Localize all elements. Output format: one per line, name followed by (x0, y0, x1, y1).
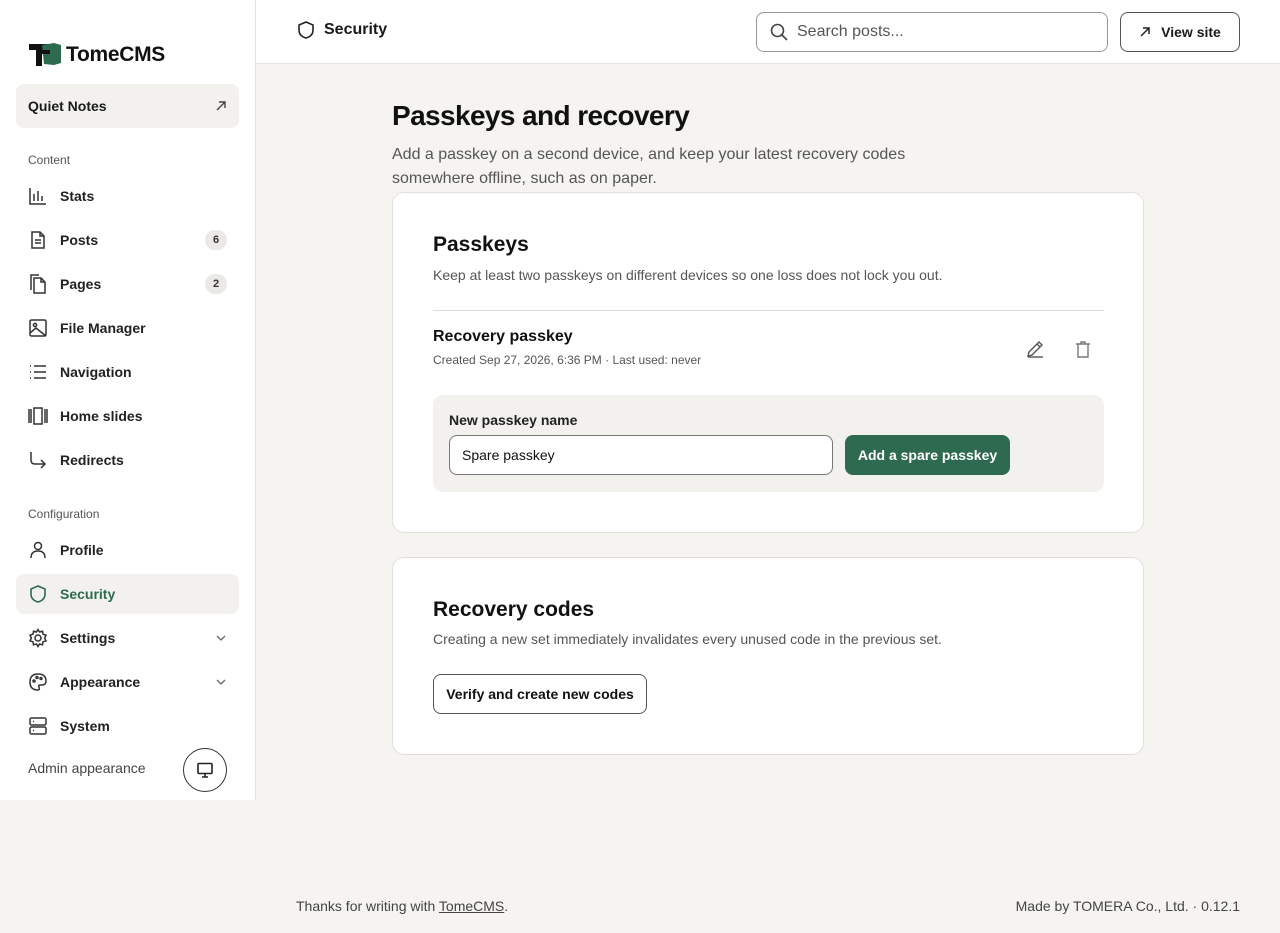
shield-icon (298, 21, 314, 39)
tomecms-logo-icon (29, 43, 61, 66)
content-nav: Stats Posts 6 Pages 2 File Manager Navig… (16, 176, 239, 484)
breadcrumb-label: Security (324, 21, 388, 38)
admin-appearance-label: Admin appearance (28, 760, 146, 776)
monitor-icon (197, 762, 213, 778)
gear-icon (28, 628, 48, 648)
external-arrow-icon (1140, 27, 1150, 37)
sidebar-item-stats[interactable]: Stats (16, 176, 239, 216)
sidebar-item-security[interactable]: Security (16, 574, 239, 614)
configuration-section-label: Configuration (28, 507, 100, 521)
sidebar-item-navigation[interactable]: Navigation (16, 352, 239, 392)
sidebar-item-label: Security (60, 586, 116, 602)
breadcrumb: Security (296, 20, 387, 40)
sidebar-item-profile[interactable]: Profile (16, 530, 239, 570)
trash-icon (1076, 341, 1090, 358)
search-icon (770, 23, 788, 41)
divider (433, 310, 1104, 311)
view-site-label: View site (1161, 24, 1221, 40)
sidebar-item-label: Navigation (60, 364, 132, 380)
count-badge: 6 (205, 230, 227, 250)
content-section-label: Content (28, 153, 71, 167)
sidebar-item-settings[interactable]: Settings (16, 618, 239, 658)
recovery-codes-description: Creating a new set immediately invalidat… (433, 631, 942, 647)
sidebar-item-label: Settings (60, 630, 116, 646)
configuration-nav: Profile Security Settings Appearance Sys… (16, 530, 239, 750)
bar-chart-icon (29, 188, 46, 205)
footer-tomecms-link[interactable]: TomeCMS (439, 898, 504, 914)
site-name: Quiet Notes (28, 98, 107, 114)
page-title: Passkeys and recovery (392, 100, 690, 131)
footer-prefix: Thanks for writing with (296, 898, 439, 914)
slides-icon (28, 407, 48, 425)
sidebar: TomeCMS Quiet Notes Content Stats Posts … (0, 0, 256, 800)
new-passkey-name-field[interactable] (449, 435, 833, 475)
passkey-meta: Created Sep 27, 2026, 6:36 PM · Last use… (433, 353, 702, 367)
passkeys-card: Passkeys Keep at least two passkeys on d… (392, 192, 1144, 533)
pages-icon (30, 274, 46, 294)
list-icon (30, 365, 46, 379)
sidebar-item-appearance[interactable]: Appearance (16, 662, 239, 702)
footer-version: Made by TOMERA Co., Ltd. · 0.12.1 (1015, 898, 1240, 914)
passkey-name: Recovery passkey (433, 328, 573, 345)
sidebar-item-label: Home slides (60, 408, 143, 424)
sidebar-item-home-slides[interactable]: Home slides (16, 396, 239, 436)
external-arrow-icon (216, 101, 226, 111)
verify-create-codes-button[interactable]: Verify and create new codes (433, 674, 647, 714)
chevron-down-icon (216, 679, 226, 685)
sidebar-item-system[interactable]: System (16, 706, 239, 746)
topbar: Security View site (256, 0, 1280, 64)
sidebar-item-file-manager[interactable]: File Manager (16, 308, 239, 348)
view-site-button[interactable]: View site (1120, 12, 1240, 52)
sidebar-item-label: File Manager (60, 320, 146, 336)
passkeys-description: Keep at least two passkeys on different … (433, 267, 943, 283)
sidebar-item-label: Pages (60, 276, 102, 292)
theme-toggle-button[interactable] (183, 748, 227, 792)
passkeys-title: Passkeys (433, 233, 529, 256)
server-icon (29, 717, 47, 735)
sidebar-item-label: Appearance (60, 674, 141, 690)
sidebar-item-posts[interactable]: Posts 6 (16, 220, 239, 260)
footer-suffix: . (504, 898, 509, 914)
sidebar-item-pages[interactable]: Pages 2 (16, 264, 239, 304)
rename-passkey-button[interactable] (1021, 335, 1049, 363)
new-passkey-form: New passkey name Add a spare passkey (433, 395, 1104, 492)
pencil-icon (1027, 341, 1043, 358)
new-passkey-label: New passkey name (449, 412, 578, 428)
sidebar-item-label: Profile (60, 542, 104, 558)
search-box[interactable] (756, 12, 1108, 52)
sidebar-item-label: Posts (60, 232, 99, 248)
recovery-codes-title: Recovery codes (433, 598, 595, 621)
sidebar-item-label: Stats (60, 188, 95, 204)
sidebar-item-label: System (60, 718, 110, 734)
palette-icon (29, 673, 47, 691)
recovery-codes-card: Recovery codes Creating a new set immedi… (392, 557, 1144, 755)
site-switcher[interactable]: Quiet Notes (16, 84, 239, 128)
count-badge: 2 (205, 274, 227, 294)
sidebar-item-redirects[interactable]: Redirects (16, 440, 239, 480)
document-icon (31, 231, 45, 249)
chevron-down-icon (216, 635, 226, 641)
logo[interactable]: TomeCMS (28, 42, 165, 68)
add-spare-passkey-button[interactable]: Add a spare passkey (845, 435, 1010, 475)
logo-text: TomeCMS (66, 43, 166, 66)
user-icon (30, 541, 46, 559)
redirect-arrow-icon (30, 452, 47, 469)
footer-credit: Thanks for writing with TomeCMS. (296, 898, 508, 914)
delete-passkey-button[interactable] (1069, 335, 1097, 363)
sidebar-item-label: Redirects (60, 452, 124, 468)
search-input[interactable] (797, 23, 1095, 41)
shield-icon (30, 585, 46, 603)
image-icon (29, 319, 47, 337)
page-subtitle: Add a passkey on a second device, and ke… (392, 146, 906, 187)
